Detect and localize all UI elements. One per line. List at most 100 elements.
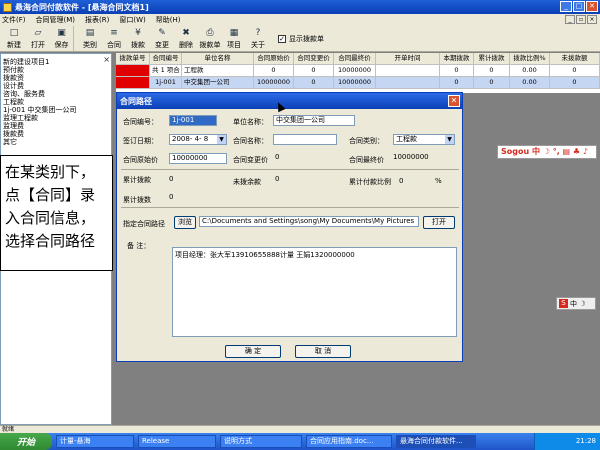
grid-cell: 0 <box>440 77 474 89</box>
grid-header-cell[interactable]: 合同编号 <box>150 53 182 65</box>
child-close-button[interactable]: × <box>587 15 597 24</box>
tree-item[interactable]: 监理工程款 <box>3 114 109 122</box>
taskbar-item[interactable]: Release <box>138 435 216 448</box>
grid-cell: 0 <box>254 65 294 77</box>
maximize-button[interactable]: □ <box>573 1 585 12</box>
contract-no-label: 合同编号： <box>123 118 158 126</box>
grid-header-cell[interactable]: 单位名称 <box>182 53 254 65</box>
taskbar-item[interactable]: 合同应用指南.doc... <box>306 435 392 448</box>
grid-cell: 中交集团一公司 <box>182 77 254 89</box>
chevron-down-icon[interactable]: ▼ <box>445 135 454 144</box>
child-restore-button[interactable]: ▫ <box>576 15 586 24</box>
grid-header-row: 拨款单号 合同编号 单位名称 合同原始价 合同变更价 合同最终价 开单时间 本期… <box>116 53 600 65</box>
ime-mini-toolbar[interactable]: S 中 ☽ <box>556 297 596 310</box>
window-titlebar[interactable]: 悬海合同付款软件 - [悬海合同文档1] _ □ ✕ <box>0 0 600 14</box>
grid-cell: 共 1 项合 <box>150 65 182 77</box>
payment-icon: ¥ <box>135 28 141 38</box>
ime-mode[interactable]: 中 ☽ <box>570 299 586 309</box>
tree-item[interactable]: 其它 <box>3 138 109 146</box>
ime-toolbar[interactable]: Sogou 中 ☽ °, ▤ ♣ ♪ <box>497 145 597 159</box>
table-row[interactable]: 1j-001 中交集团一公司 10000000 0 10000000 0 0 0… <box>116 77 600 89</box>
dialog-titlebar[interactable]: 合同路径 ✕ <box>117 93 462 109</box>
window-title: 悬海合同付款软件 - [悬海合同文档1] <box>15 2 149 12</box>
tree-item[interactable]: 拨款资 <box>3 74 109 82</box>
tree-item[interactable]: 拨款费 <box>3 130 109 138</box>
tree-close-icon[interactable]: × <box>103 55 110 64</box>
show-payment-checkbox[interactable]: ✓ 显示拨款单 <box>278 34 324 44</box>
dialog-close-button[interactable]: ✕ <box>448 95 460 107</box>
tree-item[interactable]: 设计费 <box>3 82 109 90</box>
ok-button[interactable]: 确 定 <box>225 345 281 358</box>
tree-item[interactable]: 工程款 <box>3 98 109 106</box>
tree-item[interactable]: 咨询、服务费 <box>3 90 109 98</box>
open-icon: ▱ <box>34 28 42 38</box>
grid-header-cell[interactable]: 合同原始价 <box>254 53 294 65</box>
table-row[interactable]: 共 1 项合 工程款 0 0 10000000 0 0 0.00 0 <box>116 65 600 77</box>
grid-cell: 0 <box>550 65 600 77</box>
menu-file[interactable]: 文件(F) <box>2 15 26 25</box>
project-button[interactable]: ▦ 项目 <box>222 26 246 51</box>
close-button[interactable]: ✕ <box>586 1 598 12</box>
type-select[interactable]: 工程款 ▼ <box>393 134 455 145</box>
category-button[interactable]: ▤ 类别 <box>78 26 102 51</box>
tree-item[interactable]: 1j-001 中交集团一公司 <box>3 106 109 114</box>
path-input[interactable]: C:\Documents and Settings\song\My Docume… <box>199 216 419 227</box>
menu-report[interactable]: 报表(R) <box>85 15 109 25</box>
open-button[interactable]: ▱ 打开 <box>26 26 50 51</box>
contract-grid[interactable]: 拨款单号 合同编号 单位名称 合同原始价 合同变更价 合同最终价 开单时间 本期… <box>116 53 600 93</box>
menu-window[interactable]: 窗口(W) <box>119 15 145 25</box>
tree-root[interactable]: 新的建设项目1 <box>3 58 109 66</box>
grid-header-cell[interactable]: 合同变更价 <box>294 53 334 65</box>
grid-header-cell[interactable]: 拨款单号 <box>116 53 150 65</box>
name-input[interactable] <box>273 134 337 145</box>
memo-label: 备 注： <box>127 242 151 250</box>
taskbar-item[interactable]: 说明方式 <box>220 435 302 448</box>
browse-button[interactable]: 浏览 <box>174 216 196 229</box>
child-minimize-button[interactable]: _ <box>565 15 575 24</box>
unpaid-value: 0 <box>275 175 280 183</box>
contract-no-input[interactable]: 1j-001 <box>169 115 217 126</box>
grid-header-cell[interactable]: 拨款比例% <box>510 53 550 65</box>
new-button[interactable]: □ 新建 <box>2 26 26 51</box>
minimize-button[interactable]: _ <box>560 1 572 12</box>
chevron-down-icon[interactable]: ▼ <box>217 135 226 144</box>
grid-cell: 10000000 <box>254 77 294 89</box>
menu-bar: 文件(F) 合同管理(M) 报表(R) 窗口(W) 帮助(H) _ ▫ × <box>0 14 600 26</box>
grid-header-cell[interactable]: 合同最终价 <box>334 53 376 65</box>
contract-icon: ≡ <box>110 28 118 38</box>
category-icon: ▤ <box>85 28 95 38</box>
section-divider <box>121 207 459 208</box>
grid-header-cell[interactable]: 未拨款额 <box>550 53 600 65</box>
contract-button[interactable]: ≡ 合同 <box>102 26 126 51</box>
grid-cell: 工程款 <box>182 65 254 77</box>
payment-button[interactable]: ¥ 拨款 <box>126 26 150 51</box>
final-price-value: 10000000 <box>393 153 429 161</box>
grid-cell <box>116 77 150 89</box>
grid-cell <box>376 77 440 89</box>
tree-item[interactable]: 预付款 <box>3 66 109 74</box>
date-picker[interactable]: 2008- 4- 8 ▼ <box>169 134 227 145</box>
menu-help[interactable]: 帮助(H) <box>156 15 181 25</box>
cancel-button[interactable]: 取 消 <box>295 345 351 358</box>
about-button[interactable]: ? 关于 <box>246 26 270 51</box>
save-button[interactable]: ▣ 保存 <box>50 26 74 51</box>
orig-price-input[interactable]: 10000000 <box>169 153 227 164</box>
delete-icon: ✖ <box>182 28 190 38</box>
start-button[interactable]: 开始 <box>0 433 52 450</box>
clock[interactable]: 21:28 <box>576 437 596 445</box>
taskbar-item[interactable]: 计量-悬海 <box>56 435 134 448</box>
grid-header-cell[interactable]: 累计拨款 <box>474 53 510 65</box>
memo-textarea[interactable]: 项目经理：张大军13910655888计量 王娟1320000000 <box>172 247 457 337</box>
contract-dialog: 合同路径 ✕ 合同编号： 1j-001 单位名称： 中交集团一公司 签订日期： … <box>116 92 463 362</box>
tree-item[interactable]: 监理费 <box>3 122 109 130</box>
unit-input[interactable]: 中交集团一公司 <box>273 115 355 126</box>
taskbar-item-active[interactable]: 悬海合同付款软件... <box>396 435 476 448</box>
change-button[interactable]: ✎ 变更 <box>150 26 174 51</box>
payment-slip-button[interactable]: ⎙ 拨款单 <box>198 26 222 51</box>
grid-header-cell[interactable]: 开单时间 <box>376 53 440 65</box>
grid-cell: 10000000 <box>334 77 376 89</box>
menu-contract[interactable]: 合同管理(M) <box>36 15 76 25</box>
delete-button[interactable]: ✖ 删除 <box>174 26 198 51</box>
open-path-button[interactable]: 打开 <box>423 216 455 229</box>
grid-header-cell[interactable]: 本期拨款 <box>440 53 474 65</box>
